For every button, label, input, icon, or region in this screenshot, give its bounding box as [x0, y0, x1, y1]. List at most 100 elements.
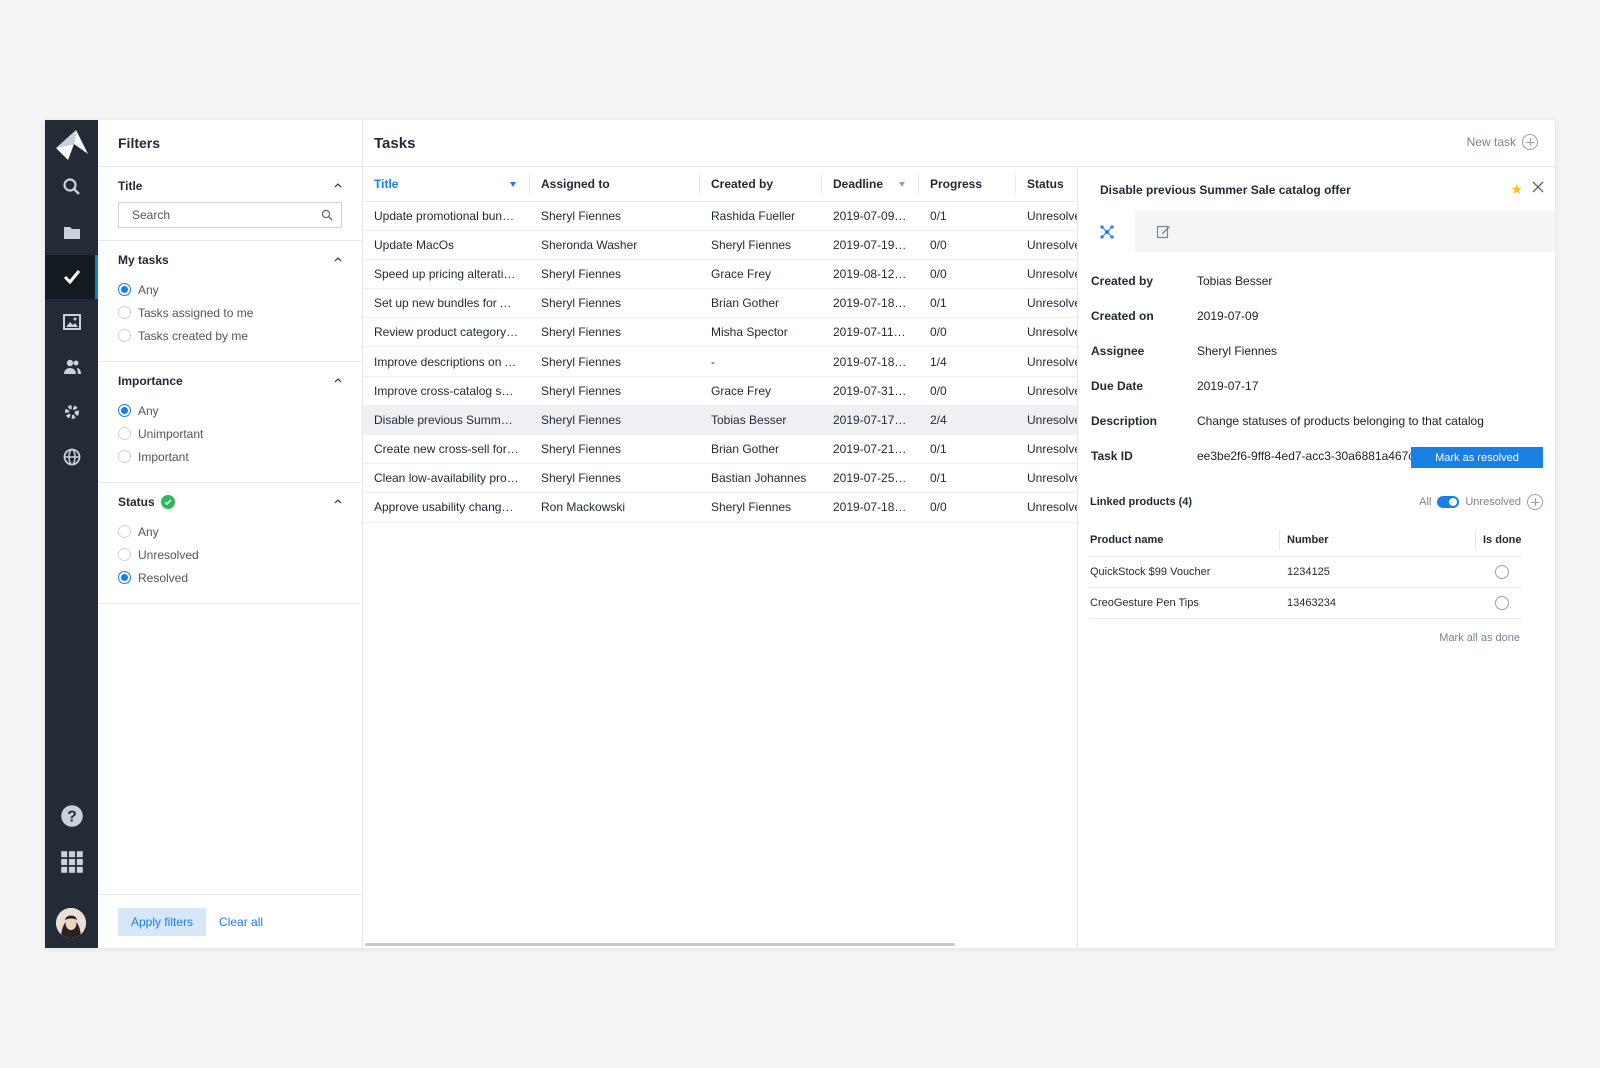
radio-icon[interactable] — [118, 427, 131, 440]
cell-progress: 0/1 — [919, 288, 1016, 319]
mark-as-resolved-button[interactable]: Mark as resolved — [1411, 447, 1543, 468]
radio-importance-any[interactable]: Any — [118, 399, 342, 422]
tasks-check-icon[interactable] — [45, 255, 98, 299]
edit-icon — [1156, 225, 1170, 239]
radio-label: Tasks created by me — [138, 328, 249, 343]
cell-progress: 0/0 — [919, 317, 1016, 348]
table-row[interactable]: Review product category fe... Sheryl Fien… — [363, 317, 1077, 348]
mark-all-as-done-link[interactable]: Mark all as done — [1439, 632, 1520, 644]
radio-icon[interactable] — [118, 329, 131, 342]
sort-down-icon[interactable] — [899, 182, 905, 187]
help-icon[interactable]: ? — [45, 794, 98, 838]
filters-heading: Filters — [98, 120, 362, 167]
radio-selected-icon[interactable] — [118, 283, 131, 296]
cell-status: Unresolved — [1016, 201, 1077, 231]
tasks-table-wrap: Title Assigned to Created by Deadline Pr… — [363, 167, 1077, 948]
radio-icon[interactable] — [118, 306, 131, 319]
cell-assigned-to: Sheryl Fiennes — [530, 259, 700, 290]
gear-icon[interactable] — [45, 390, 98, 434]
apps-grid-icon[interactable] — [45, 840, 98, 884]
cell-title: Review product category fe... — [363, 317, 530, 348]
table-row[interactable]: Update MacOs Sheronda Washer Sheryl Fienne… — [363, 230, 1077, 260]
radio-unimportant[interactable]: Unimportant — [118, 422, 342, 445]
radio-important[interactable]: Important — [118, 445, 342, 468]
radio-label: Unimportant — [138, 426, 204, 441]
search-nav-icon[interactable] — [45, 165, 98, 209]
cell-progress: 2/4 — [919, 405, 1016, 436]
close-icon[interactable] — [1531, 180, 1545, 194]
radio-icon[interactable] — [118, 450, 131, 463]
radio-icon[interactable] — [118, 548, 131, 561]
tab-details[interactable] — [1078, 211, 1135, 252]
chevron-up-icon[interactable] — [334, 497, 342, 505]
column-header-created-by[interactable]: Created by — [700, 167, 822, 202]
chevron-up-icon[interactable] — [334, 181, 342, 189]
new-task-button[interactable]: New task — [1467, 134, 1538, 150]
radio-selected-icon[interactable] — [118, 571, 131, 584]
cell-deadline: 2019-07-17T... — [822, 405, 919, 436]
table-row[interactable]: Speed up pricing alterations Sheryl Fienn… — [363, 259, 1077, 290]
title-search-field[interactable] — [118, 202, 342, 228]
globe-icon[interactable] — [45, 435, 98, 479]
cell-assigned-to: Sheryl Fiennes — [530, 201, 700, 231]
radio-status-any[interactable]: Any — [118, 520, 342, 543]
radio-tasks-created-by-me[interactable]: Tasks created by me — [118, 324, 342, 347]
search-icon[interactable] — [321, 209, 333, 221]
folder-icon[interactable] — [45, 210, 98, 254]
product-row: QuickStock $99 Voucher 1234125 — [1090, 556, 1522, 588]
cell-assigned-to: Sheryl Fiennes — [530, 317, 700, 348]
table-row[interactable]: Improve cross-catalog shari... Sheryl Fie… — [363, 376, 1077, 406]
radio-icon[interactable] — [118, 525, 131, 538]
is-done-checkbox[interactable] — [1495, 595, 1509, 610]
is-done-checkbox[interactable] — [1495, 564, 1509, 579]
cell-assigned-to: Sheryl Fiennes — [530, 434, 700, 465]
linked-products-table: Product name Number Is done QuickStock $… — [1090, 524, 1522, 619]
table-row[interactable]: Clean low-availability produ... Sheryl Fi… — [363, 463, 1077, 494]
star-icon[interactable]: ★ — [1510, 181, 1523, 198]
cell-progress: 0/0 — [919, 376, 1016, 406]
radio-resolved[interactable]: Resolved — [118, 566, 342, 589]
radio-selected-icon[interactable] — [118, 404, 131, 417]
radio-my-tasks-any[interactable]: Any — [118, 278, 342, 301]
avatar[interactable] — [56, 908, 86, 938]
resolved-toggle[interactable] — [1437, 496, 1460, 508]
clear-all-button[interactable]: Clear all — [219, 915, 263, 929]
cell-progress: 1/4 — [919, 346, 1016, 377]
image-icon[interactable] — [45, 300, 98, 344]
table-row[interactable]: Create new cross-sell for A... Sheryl Fie… — [363, 434, 1077, 465]
column-header-progress[interactable]: Progress — [919, 167, 1016, 202]
tab-edit[interactable] — [1135, 211, 1192, 252]
cell-deadline: 2019-07-11T0... — [822, 317, 919, 348]
column-header-deadline[interactable]: Deadline — [822, 167, 919, 202]
table-row[interactable]: Update promotional bundle... Sheryl Fienn… — [363, 201, 1077, 231]
product-number-cell: 13463234 — [1287, 587, 1483, 619]
column-header-status[interactable]: Status — [1016, 167, 1077, 202]
chevron-up-icon[interactable] — [334, 376, 342, 384]
users-icon[interactable] — [45, 345, 98, 389]
cell-status: Unresolved — [1016, 492, 1077, 523]
property-row: Created by Tobias Besser — [1091, 270, 1542, 305]
column-header-assigned-to[interactable]: Assigned to — [530, 167, 700, 202]
cell-created-by: Tobias Besser — [700, 405, 822, 436]
cell-status: Unresolved — [1016, 434, 1077, 465]
cell-title: Update MacOs — [363, 230, 530, 260]
chevron-up-icon[interactable] — [334, 255, 342, 263]
table-row[interactable]: Improve descriptions on All... Sheryl Fie… — [363, 346, 1077, 377]
is-done-header: Is done — [1483, 533, 1522, 546]
radio-tasks-assigned-to-me[interactable]: Tasks assigned to me — [118, 301, 342, 324]
apply-filters-button[interactable]: Apply filters — [118, 907, 207, 936]
table-row[interactable]: Disable previous Summer S... Sheryl Fienn… — [363, 405, 1077, 436]
check-circle-icon — [160, 495, 175, 509]
radio-unresolved[interactable]: Unresolved — [118, 543, 342, 566]
number-header: Number — [1287, 533, 1329, 546]
table-row[interactable]: Set up new bundles for Au... Sheryl Fienn… — [363, 288, 1077, 319]
horizontal-scrollbar[interactable] — [365, 943, 955, 946]
column-header-title[interactable]: Title — [363, 167, 530, 202]
task-detail-panel: Disable previous Summer Sale catalog off… — [1077, 167, 1555, 948]
property-value: ee3be2f6-9ff8-4ed7-acc3-30a6881a467c — [1197, 449, 1415, 463]
title-search-input[interactable] — [132, 208, 321, 222]
table-row[interactable]: Approve usability changes i... Ron Mackow… — [363, 492, 1077, 523]
sort-down-icon[interactable] — [510, 182, 516, 187]
cell-deadline: 2019-07-19T... — [822, 230, 919, 260]
add-product-icon[interactable] — [1527, 494, 1543, 510]
